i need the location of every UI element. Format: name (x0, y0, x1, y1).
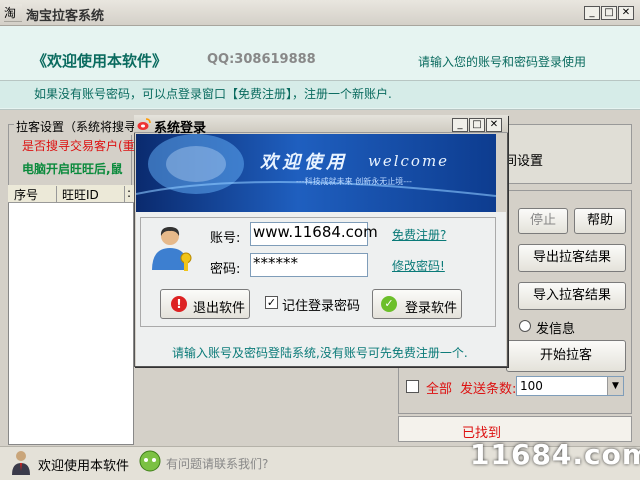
remember-password-checkbox[interactable]: ✓ (265, 296, 278, 309)
maximize-button[interactable]: □ (601, 6, 617, 20)
customer-table[interactable] (8, 185, 134, 445)
dialog-minimize-button[interactable]: _ (452, 118, 468, 132)
dialog-close-button[interactable]: ✕ (486, 118, 502, 132)
send-count-value: 100 (520, 379, 543, 393)
stop-button[interactable]: 停止 (518, 208, 568, 234)
remember-password-label: 记住登录密码 (282, 299, 361, 314)
exit-button[interactable]: ! 退出软件 (160, 289, 250, 319)
banner-title: 欢迎使用 (260, 152, 348, 173)
minimize-button[interactable]: _ (584, 6, 600, 20)
start-button[interactable]: 开始拉客 (506, 340, 626, 372)
account-label: 账号: (210, 231, 241, 246)
change-password-link[interactable]: 修改密码! (392, 257, 445, 274)
app-logo-icon: 淘 (4, 4, 22, 22)
login-button[interactable]: ✓ 登录软件 (372, 289, 462, 319)
exit-button-label: 退出软件 (193, 301, 246, 316)
banner-slogan: ---科技成就未来 创新永无止境--- (296, 177, 412, 186)
dialog-banner: 欢迎使用 welcome ---科技成就未来 创新永无止境--- (136, 134, 496, 212)
import-results-button[interactable]: 导入拉客结果 (518, 282, 626, 310)
password-value: ****** (253, 254, 298, 272)
status-welcome: 欢迎使用本软件 (38, 459, 130, 474)
account-value: www.11684.com (253, 223, 378, 241)
check-icon: ✓ (381, 296, 397, 312)
send-count-label: 发送条数: (460, 382, 517, 397)
window-title: 淘宝拉客系统 (26, 9, 105, 24)
column-divider (56, 186, 57, 202)
column-header-index[interactable]: 序号 (14, 186, 38, 203)
send-info-radio[interactable] (519, 320, 531, 332)
site-watermark: 11684.com (470, 438, 640, 471)
wangwang-hint: 电脑开启旺旺后,鼠 (22, 162, 123, 176)
free-register-link[interactable]: 免费注册? (392, 226, 446, 243)
send-count-select[interactable]: 100 ▼ (516, 376, 624, 396)
welcome-heading: 《欢迎使用本软件》 (32, 52, 168, 70)
register-hint: 如果没有账号密码，可以点登录窗口【免费注册】，注册一个新账户. (34, 87, 392, 101)
user-key-icon (148, 222, 198, 272)
account-input[interactable]: www.11684.com (250, 222, 378, 246)
send-info-label: 发信息 (536, 322, 576, 337)
chat-icon (138, 449, 162, 473)
settings-group-label: 拉客设置（系统将搜寻 (14, 118, 139, 135)
search-trade-question: 是否搜寻交易客户(重 (22, 139, 135, 153)
column-header-extra[interactable]: : (127, 186, 131, 200)
banner-welcome: welcome (368, 152, 450, 170)
user-icon (10, 449, 32, 475)
dialog-maximize-button[interactable]: □ (469, 118, 485, 132)
all-checkbox[interactable] (406, 380, 419, 393)
password-label: 密码: (210, 262, 241, 277)
all-label: 全部 (426, 382, 453, 397)
time-setting-label: 间设置 (504, 154, 544, 169)
error-icon: ! (171, 296, 187, 312)
login-hint: 请输入您的账号和密码登录使用 (418, 55, 587, 69)
password-input[interactable]: ****** (250, 253, 368, 277)
chevron-down-icon[interactable]: ▼ (607, 377, 623, 395)
dialog-footer-hint: 请输入账号及密码登陆系统,没有账号可先免费注册一个. (172, 346, 468, 360)
weibo-icon (137, 117, 151, 131)
column-divider (124, 186, 125, 202)
status-question[interactable]: 有问题请联系我们? (166, 455, 268, 472)
export-results-button[interactable]: 导出拉客结果 (518, 244, 626, 272)
close-button[interactable]: ✕ (618, 6, 634, 20)
column-header-wangwang[interactable]: 旺旺ID (62, 186, 99, 203)
help-button[interactable]: 帮助 (574, 208, 626, 234)
qq-number: QQ:308619888 (207, 52, 316, 67)
login-button-label: 登录软件 (405, 301, 458, 316)
